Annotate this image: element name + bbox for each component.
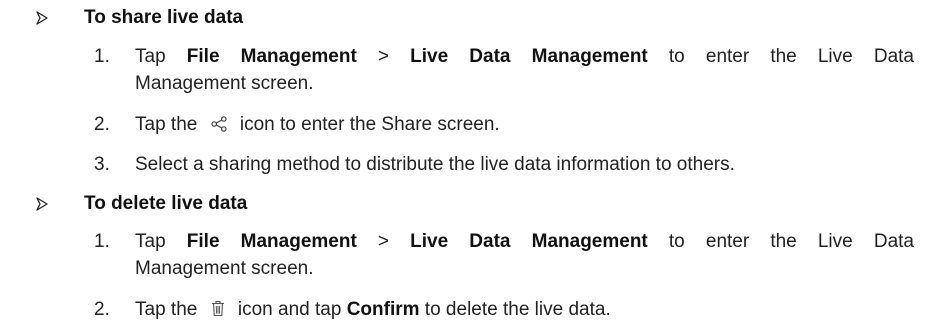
step-text: Tap File Management > Live Data Manageme… [135, 43, 914, 97]
text-run: icon and tap [237, 299, 347, 320]
path-separator: > [356, 231, 411, 252]
step-number: 1. [94, 46, 110, 67]
text-run: icon to enter the Share screen. [239, 114, 500, 135]
list-item: 1. Tap File Management > Live Data Manag… [94, 228, 914, 282]
section-heading-delete: To delete live data [36, 190, 247, 217]
trash-icon [211, 300, 224, 317]
share-icon [211, 116, 227, 132]
step-text: Tap the icon to enter the Share screen. [135, 111, 914, 138]
section-title: To delete live data [84, 193, 248, 214]
text-run: to enter the Live Data [647, 231, 914, 252]
menu-path-live-data-management: Live Data Management [410, 46, 648, 67]
confirm-label: Confirm [346, 299, 420, 320]
menu-path-live-data-management: Live Data Management [410, 231, 648, 252]
list-item: 1. Tap File Management > Live Data Manag… [94, 43, 914, 97]
step-text-line: Management screen. [135, 73, 314, 94]
text-run: Tap the [135, 114, 198, 135]
step-text: Tap the icon and tap Confirm to delete t… [135, 296, 914, 323]
document-page: To share live data 1. Tap File Managemen… [0, 0, 939, 334]
menu-path-file-management: File Management [186, 46, 357, 67]
list-item: 2. Tap the icon and tap Confirm to delet… [94, 296, 914, 323]
text-run: to delete the live data. [419, 299, 611, 320]
step-number: 2. [94, 299, 110, 320]
section-heading-share: To share live data [36, 4, 243, 31]
menu-path-file-management: File Management [186, 231, 357, 252]
step-text: Select a sharing method to distribute th… [135, 154, 735, 175]
list-item: 2. Tap the icon to enter the Share scree… [94, 111, 914, 138]
arrow-bullet-icon [36, 10, 48, 25]
path-separator: > [356, 46, 411, 67]
step-number: 2. [94, 114, 110, 135]
list-item: 3. Select a sharing method to distribute… [94, 151, 914, 178]
step-text-line: Tap File Management > Live Data Manageme… [135, 228, 914, 255]
step-number: 3. [94, 154, 110, 175]
text-run: to enter the Live Data [647, 46, 914, 67]
text-run: Tap [135, 46, 187, 67]
section-title: To share live data [84, 7, 244, 28]
text-run: Tap [135, 231, 187, 252]
arrow-bullet-icon [36, 196, 48, 211]
step-text-line: Management screen. [135, 258, 314, 279]
text-run: Tap the [135, 299, 198, 320]
step-text: Tap File Management > Live Data Manageme… [135, 228, 914, 282]
step-number: 1. [94, 231, 110, 252]
step-text-line: Tap File Management > Live Data Manageme… [135, 43, 914, 70]
